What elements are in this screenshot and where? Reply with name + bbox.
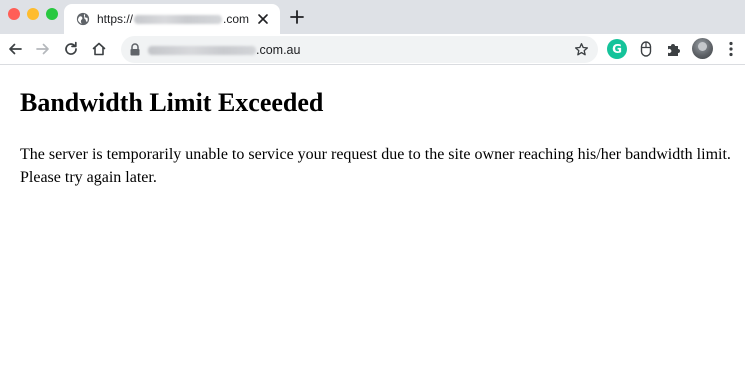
url-text[interactable]: .com.au [148, 42, 300, 58]
window-minimize-button[interactable] [27, 8, 39, 20]
globe-icon [76, 12, 90, 26]
back-arrow-icon[interactable] [6, 40, 24, 58]
tab-title-prefix: https:// [97, 12, 134, 26]
redacted-domain [148, 46, 256, 56]
puzzle-icon[interactable] [664, 39, 684, 59]
tab-title-suffix: .com [223, 12, 250, 26]
browser-toolbar: .com.au G [0, 34, 745, 64]
window-zoom-button[interactable] [46, 8, 58, 20]
url-suffix: .com.au [256, 43, 301, 57]
tab-strip: https:// .com [0, 0, 745, 34]
reload-icon[interactable] [62, 40, 80, 58]
forward-arrow-icon[interactable] [34, 40, 52, 58]
close-icon[interactable] [256, 12, 270, 26]
error-message: The server is temporarily unable to serv… [20, 146, 731, 186]
mouse-icon[interactable] [636, 39, 656, 59]
grammarly-icon[interactable]: G [607, 39, 627, 59]
window-close-button[interactable] [8, 8, 20, 20]
tab-title: https:// .com [97, 11, 249, 27]
page-title: Bandwidth Limit Exceeded [20, 88, 324, 117]
browser-tab[interactable]: https:// .com [64, 4, 280, 34]
page-content: Bandwidth Limit Exceeded The server is t… [0, 65, 745, 377]
kebab-menu-icon[interactable] [721, 39, 741, 59]
home-icon[interactable] [90, 40, 108, 58]
plus-icon[interactable] [289, 9, 305, 25]
avatar[interactable] [692, 38, 713, 59]
star-icon[interactable] [574, 42, 589, 57]
address-bar[interactable]: .com.au [121, 36, 598, 63]
redacted-domain [134, 15, 223, 25]
lock-icon[interactable] [129, 43, 141, 56]
grammarly-letter: G [612, 42, 622, 56]
